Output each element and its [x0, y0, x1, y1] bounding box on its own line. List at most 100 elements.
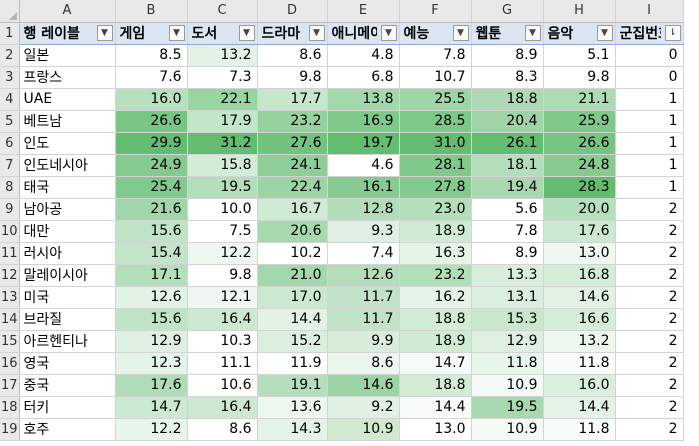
value-cell[interactable]: 18.8	[399, 308, 472, 331]
value-cell[interactable]: 8.3	[471, 66, 544, 89]
cluster-number-cell[interactable]: 2	[615, 197, 684, 221]
value-cell[interactable]: 7.8	[471, 220, 544, 243]
value-cell[interactable]: 21.0	[257, 264, 328, 287]
value-cell[interactable]: 12.6	[327, 264, 400, 287]
value-cell[interactable]: 6.8	[327, 66, 400, 89]
value-cell[interactable]: 24.8	[543, 154, 616, 177]
value-cell[interactable]: 17.1	[115, 264, 188, 287]
value-cell[interactable]: 14.3	[257, 418, 328, 441]
row-label-cell[interactable]: 대만	[19, 220, 116, 243]
cluster-number-cell[interactable]: 1	[615, 132, 684, 155]
value-cell[interactable]: 14.4	[399, 396, 472, 419]
row-label-cell[interactable]: UAE	[19, 87, 116, 111]
row-number[interactable]: 18	[0, 396, 20, 419]
value-cell[interactable]: 24.9	[115, 154, 188, 177]
value-cell[interactable]: 26.6	[115, 110, 188, 133]
cluster-number-cell[interactable]: 2	[615, 220, 684, 243]
row-number[interactable]: 13	[0, 286, 20, 309]
row-label-cell[interactable]: 인도	[19, 132, 116, 155]
value-cell[interactable]: 9.8	[187, 264, 258, 287]
value-cell[interactable]: 12.9	[115, 330, 188, 353]
value-cell[interactable]: 21.6	[115, 197, 188, 221]
value-cell[interactable]: 7.8	[399, 44, 472, 67]
value-cell[interactable]: 25.5	[399, 87, 472, 111]
value-cell[interactable]: 12.2	[115, 418, 188, 441]
value-cell[interactable]: 13.3	[471, 264, 544, 287]
cluster-number-cell[interactable]: 1	[615, 110, 684, 133]
cluster-number-cell[interactable]: 2	[615, 308, 684, 331]
filter-dropdown-icon[interactable]: ▼	[596, 24, 613, 41]
column-header-h[interactable]: H	[543, 0, 616, 23]
value-cell[interactable]: 23.2	[399, 264, 472, 287]
value-cell[interactable]: 15.6	[115, 308, 188, 331]
pivot-header-cell[interactable]: 예능 ▼	[399, 22, 472, 45]
cluster-number-cell[interactable]: 2	[615, 264, 684, 287]
value-cell[interactable]: 7.6	[115, 66, 188, 89]
value-cell[interactable]: 16.0	[543, 374, 616, 397]
value-cell[interactable]: 10.6	[187, 374, 258, 397]
value-cell[interactable]: 17.6	[115, 374, 188, 397]
row-label-cell[interactable]: 아르헨티나	[19, 330, 116, 353]
value-cell[interactable]: 10.0	[187, 197, 258, 221]
value-cell[interactable]: 27.8	[399, 176, 472, 199]
value-cell[interactable]: 8.6	[327, 352, 400, 375]
value-cell[interactable]: 8.9	[471, 44, 544, 67]
column-header-i[interactable]: I	[615, 0, 684, 23]
value-cell[interactable]: 28.5	[399, 110, 472, 133]
column-header-e[interactable]: E	[327, 0, 400, 23]
value-cell[interactable]: 16.4	[187, 396, 258, 419]
row-label-cell[interactable]: 러시아	[19, 242, 116, 265]
value-cell[interactable]: 11.8	[543, 352, 616, 375]
value-cell[interactable]: 13.0	[399, 418, 472, 441]
value-cell[interactable]: 10.9	[471, 418, 544, 441]
row-number[interactable]: 17	[0, 374, 20, 397]
value-cell[interactable]: 12.1	[187, 286, 258, 309]
column-header-g[interactable]: G	[471, 0, 544, 23]
value-cell[interactable]: 13.2	[543, 330, 616, 353]
row-label-cell[interactable]: 일본	[19, 44, 116, 67]
value-cell[interactable]: 8.9	[471, 242, 544, 265]
row-label-cell[interactable]: 남아공	[19, 197, 116, 221]
row-number[interactable]: 9	[0, 197, 20, 221]
pivot-header-cell[interactable]: 행 레이블 ▼	[19, 22, 116, 45]
cluster-number-cell[interactable]: 2	[615, 396, 684, 419]
value-cell[interactable]: 21.1	[543, 87, 616, 111]
value-cell[interactable]: 13.8	[327, 87, 400, 111]
column-header-b[interactable]: B	[115, 0, 188, 23]
value-cell[interactable]: 15.8	[187, 154, 258, 177]
value-cell[interactable]: 26.6	[543, 132, 616, 155]
value-cell[interactable]: 23.0	[399, 197, 472, 221]
value-cell[interactable]: 22.4	[257, 176, 328, 199]
value-cell[interactable]: 11.8	[543, 418, 616, 441]
value-cell[interactable]: 16.1	[327, 176, 400, 199]
value-cell[interactable]: 20.6	[257, 220, 328, 243]
value-cell[interactable]: 16.6	[543, 308, 616, 331]
value-cell[interactable]: 28.1	[399, 154, 472, 177]
column-header-c[interactable]: C	[187, 0, 258, 23]
row-number[interactable]: 6	[0, 132, 20, 155]
value-cell[interactable]: 10.7	[399, 66, 472, 89]
value-cell[interactable]: 11.9	[257, 352, 328, 375]
value-cell[interactable]: 14.6	[543, 286, 616, 309]
value-cell[interactable]: 16.8	[543, 264, 616, 287]
row-number[interactable]: 14	[0, 308, 20, 331]
value-cell[interactable]: 14.6	[327, 374, 400, 397]
value-cell[interactable]: 11.7	[327, 308, 400, 331]
value-cell[interactable]: 20.0	[543, 197, 616, 221]
filter-dropdown-icon[interactable]: ▼	[380, 24, 397, 41]
row-number[interactable]: 11	[0, 242, 20, 265]
value-cell[interactable]: 12.9	[471, 330, 544, 353]
value-cell[interactable]: 9.8	[543, 66, 616, 89]
row-number[interactable]: 5	[0, 110, 20, 133]
cluster-number-cell[interactable]: 2	[615, 418, 684, 441]
pivot-header-cell[interactable]: 음악 ▼	[543, 22, 616, 45]
value-cell[interactable]: 15.2	[257, 330, 328, 353]
pivot-header-cell[interactable]: 군집번호⇂	[615, 22, 684, 45]
value-cell[interactable]: 4.8	[327, 44, 400, 67]
pivot-header-cell[interactable]: 도서 ▼	[187, 22, 258, 45]
cluster-number-cell[interactable]: 1	[615, 87, 684, 111]
value-cell[interactable]: 12.2	[187, 242, 258, 265]
value-cell[interactable]: 29.9	[115, 132, 188, 155]
row-label-cell[interactable]: 영국	[19, 352, 116, 375]
filter-dropdown-icon[interactable]: ▼	[168, 24, 185, 41]
